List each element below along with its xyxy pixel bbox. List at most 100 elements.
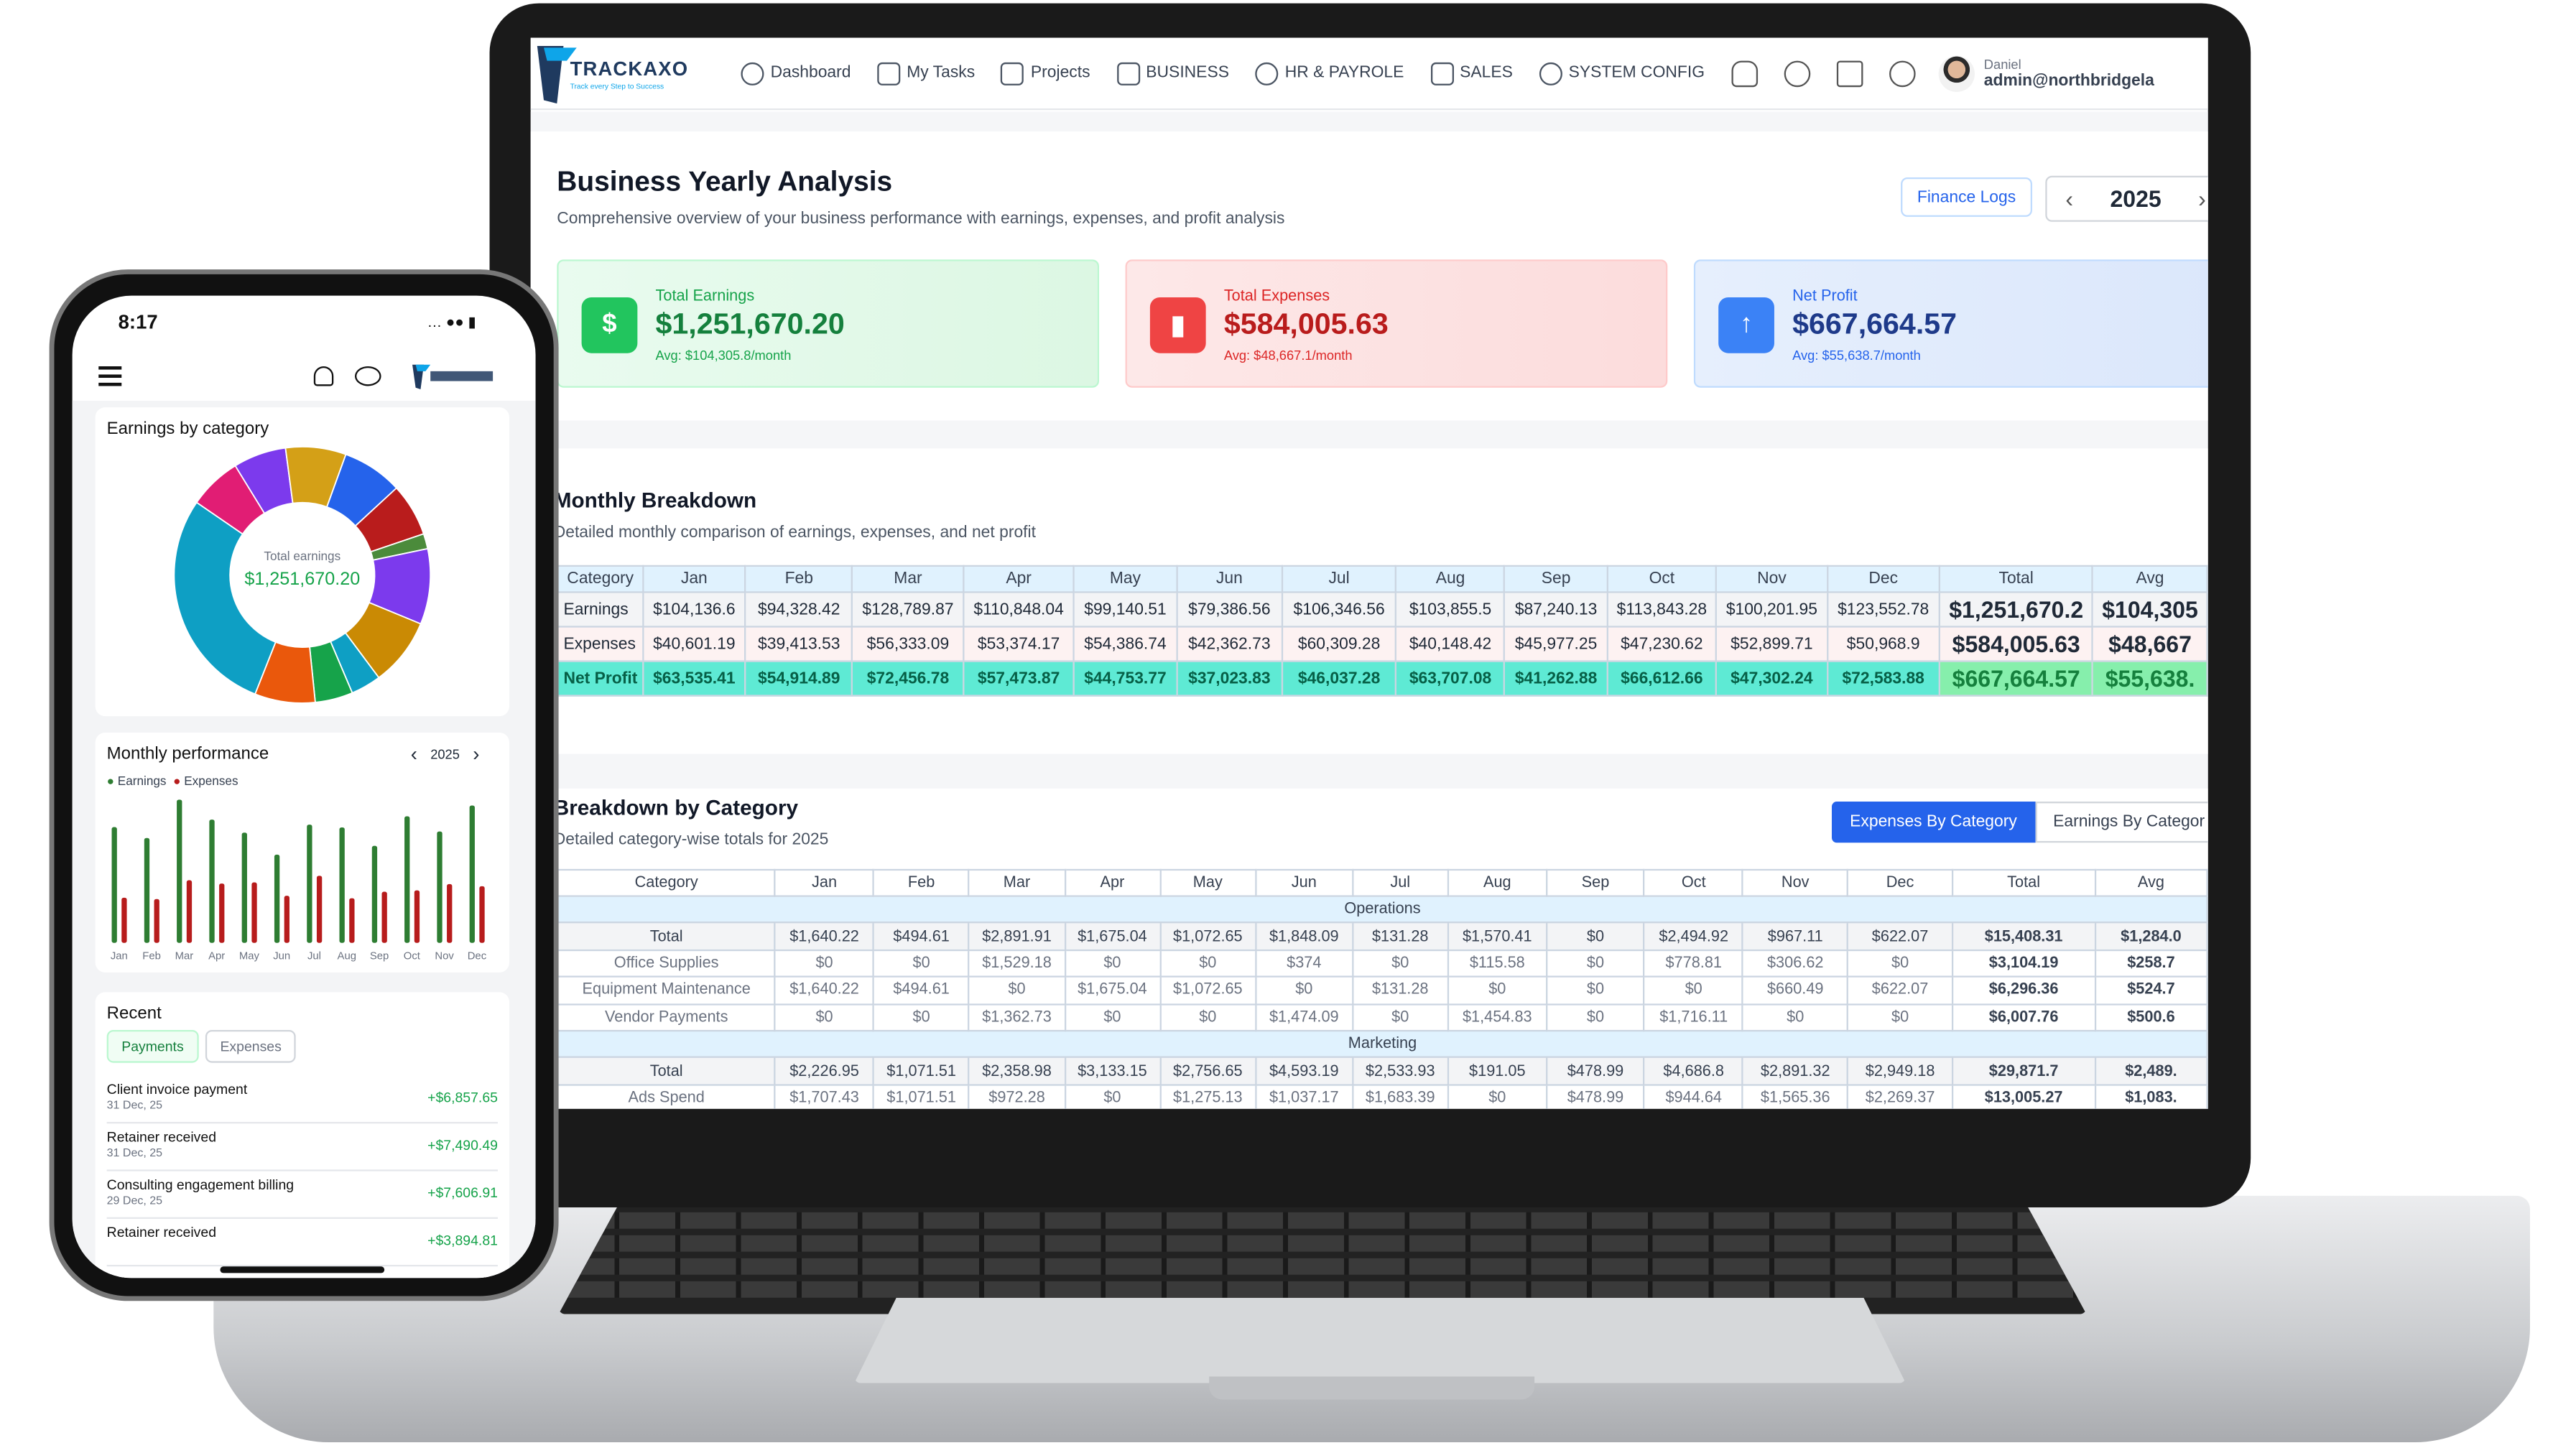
table-cell: $48,667 — [2092, 626, 2208, 662]
card-title: Recent — [106, 1003, 162, 1024]
page-subtitle: Comprehensive overview of your business … — [557, 210, 1285, 228]
headset-icon[interactable] — [1783, 60, 1810, 87]
table-row: Expenses $40,601.19 $39,413.53 $56,333.09 $5… — [557, 626, 2208, 662]
table-row: Ads Spend $1,707.43 $1,071.51 $972.28 $0 $1,2… — [557, 1083, 2208, 1109]
expenses-bar[interactable] — [154, 899, 159, 943]
table-cell: $622.07 — [1847, 922, 1954, 951]
category-breakdown-subtitle: Detailed category-wise totals for 2025 — [553, 831, 829, 850]
expenses-bar[interactable] — [186, 880, 193, 943]
earnings-bar[interactable] — [404, 816, 410, 943]
card-value: $1,251,670.20 — [655, 307, 845, 340]
earnings-bar[interactable] — [111, 827, 117, 943]
earnings-bar[interactable] — [177, 799, 182, 943]
x-tick-label: Aug — [338, 951, 356, 962]
earnings-bar[interactable] — [241, 832, 247, 943]
expenses-bar[interactable] — [479, 886, 485, 943]
nav-dashboard[interactable]: Dashboard — [741, 61, 851, 85]
table-cell: $2,489. — [2094, 1057, 2208, 1086]
trackpad — [854, 1297, 1906, 1383]
nav-system-config[interactable]: SYSTEM CONFIG — [1539, 61, 1705, 85]
expenses-bar[interactable] — [316, 876, 323, 943]
card-title: Monthly performance — [106, 744, 269, 764]
earnings-bar[interactable] — [371, 845, 378, 943]
column-header: Oct — [1606, 565, 1718, 593]
column-header: May — [1159, 868, 1256, 897]
column-header: Total — [1938, 565, 2094, 593]
earnings-bar[interactable] — [307, 825, 312, 943]
expenses-bar[interactable] — [121, 897, 127, 943]
finance-logs-button[interactable]: Finance Logs — [1901, 177, 2033, 217]
nav-hr-payrole[interactable]: HR & PAYROLE — [1255, 61, 1404, 85]
chevron-left-icon[interactable]: ‹ — [411, 743, 417, 766]
earnings-bar[interactable] — [339, 827, 345, 943]
chat-icon[interactable] — [354, 366, 381, 386]
chevron-left-icon[interactable]: ‹ — [2065, 185, 2073, 212]
dashboard-icon — [741, 61, 764, 85]
table-cell: $191.05 — [1447, 1057, 1548, 1086]
expenses-bar[interactable] — [284, 896, 289, 943]
earnings-bar[interactable] — [209, 820, 215, 943]
donut-center-value: $1,251,670.20 — [244, 570, 361, 590]
settings-icon[interactable] — [1889, 60, 1915, 87]
expenses-bar[interactable] — [251, 882, 257, 943]
menu-icon[interactable] — [98, 366, 122, 386]
bell-icon[interactable] — [313, 366, 334, 386]
table-cell: $1,683.39 — [1351, 1083, 1449, 1109]
brand-name: TRACKAXO — [570, 56, 689, 80]
table-cell: $3,133.15 — [1063, 1057, 1162, 1086]
x-tick-label: Feb — [142, 951, 161, 962]
tab-expenses-by-category[interactable]: Expenses By Category — [1832, 802, 2035, 843]
expenses-bar[interactable] — [219, 883, 225, 943]
row-label: Total — [557, 1057, 777, 1086]
home-indicator — [220, 1266, 385, 1273]
list-item[interactable]: Consulting engagement billing 29 Dec, 25 +… — [106, 1173, 498, 1219]
table-cell: $944.64 — [1643, 1083, 1744, 1109]
nav-business[interactable]: BUSINESS — [1116, 61, 1229, 85]
expenses-bar[interactable] — [349, 898, 355, 943]
expenses-bar[interactable] — [447, 883, 453, 943]
chevron-right-icon[interactable]: › — [2198, 185, 2206, 212]
legend-earnings: Earnings — [117, 774, 167, 789]
column-header: Jan — [641, 565, 746, 593]
table-cell: $0 — [1545, 975, 1646, 1005]
list-item[interactable]: Retainer received 31 Dec, 25 +$7,490.49 — [106, 1126, 498, 1171]
table-cell: $0 — [873, 949, 970, 978]
list-item[interactable]: Retainer received +$3,894.81 — [106, 1220, 498, 1267]
avatar — [1937, 55, 1975, 91]
tab-expenses[interactable]: Expenses — [205, 1029, 297, 1063]
table-cell: $1,037.17 — [1254, 1083, 1353, 1109]
table-cell: $0 — [1643, 975, 1744, 1005]
chevron-right-icon[interactable]: › — [473, 743, 479, 766]
donut-slice[interactable] — [173, 501, 277, 695]
row-label: Equipment Maintenance — [557, 975, 777, 1005]
earnings-bar[interactable] — [437, 831, 443, 943]
table-cell: $1,716.11 — [1643, 1003, 1744, 1032]
tab-earnings-by-category[interactable]: Earnings By Categor — [2034, 802, 2208, 843]
table-cell: $1,675.04 — [1063, 975, 1162, 1005]
list-item[interactable]: Client invoice payment 31 Dec, 25 +$6,857.… — [106, 1077, 498, 1124]
column-header: Mar — [851, 565, 965, 593]
column-header: Jan — [774, 868, 875, 897]
nav-projects[interactable]: Projects — [1001, 61, 1090, 85]
book-icon[interactable] — [1835, 60, 1863, 87]
earnings-bar[interactable] — [469, 805, 475, 943]
expenses-bar[interactable] — [414, 890, 420, 943]
tab-payments[interactable]: Payments — [106, 1029, 199, 1063]
nav-sales[interactable]: SALES — [1430, 61, 1513, 85]
user-name: Daniel — [1983, 56, 2021, 72]
earnings-bar[interactable] — [144, 837, 150, 943]
earnings-bar[interactable] — [274, 854, 280, 943]
table-cell: $37,023.83 — [1175, 660, 1284, 697]
item-title: Consulting engagement billing — [106, 1176, 295, 1193]
table-cell: $478.99 — [1545, 1083, 1646, 1109]
trackaxo-logo[interactable]: TRACKAXO Track every Step to Success — [534, 40, 715, 106]
table-cell: $0 — [1351, 1003, 1449, 1032]
user-menu[interactable]: Daniel admin@northbridgela — [1937, 55, 2154, 91]
table-cell: $374 — [1254, 949, 1353, 978]
table-cell: $778.81 — [1643, 949, 1744, 978]
column-header: Dec — [1847, 868, 1954, 897]
bell-icon[interactable] — [1731, 60, 1758, 87]
expenses-bar[interactable] — [381, 891, 387, 943]
row-label: Expenses — [557, 626, 644, 662]
nav-my-tasks[interactable]: My Tasks — [877, 61, 975, 85]
